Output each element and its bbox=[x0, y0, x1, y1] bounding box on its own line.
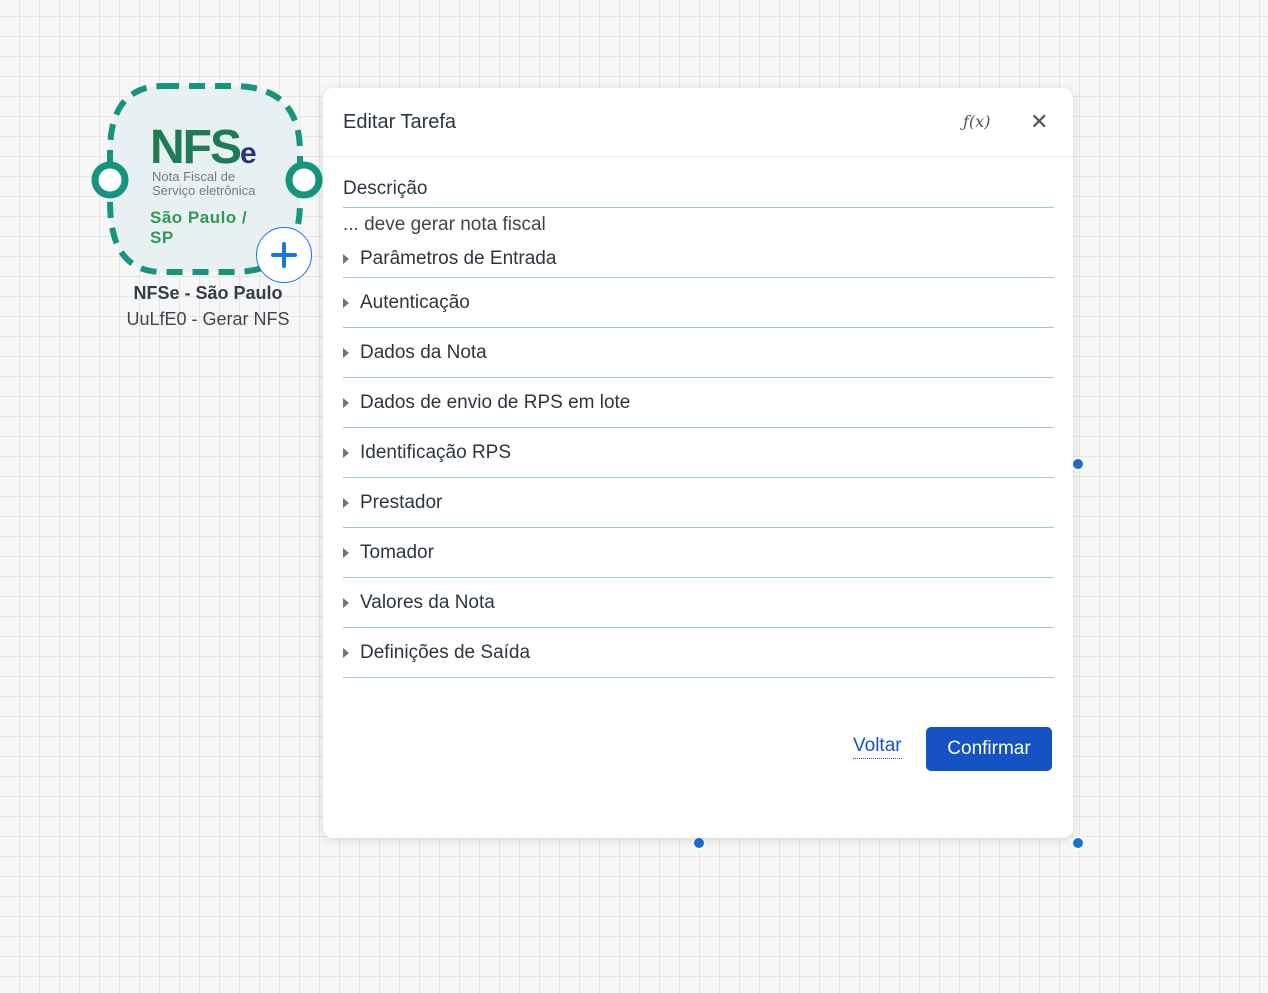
section-label: Autenticação bbox=[360, 291, 470, 313]
section-identificacao-rps[interactable]: Identificação RPS bbox=[343, 428, 1054, 478]
dialog-footer: Voltar Confirmar bbox=[323, 727, 1073, 771]
resize-handle-corner[interactable] bbox=[1071, 836, 1085, 850]
task-node[interactable]: NFSe Nota Fiscal de Serviço eletrônica S… bbox=[88, 80, 328, 340]
edit-task-dialog: Editar Tarefa ƒ(x) ✕ Descrição ... deve … bbox=[323, 88, 1073, 838]
caret-right-icon bbox=[343, 497, 349, 508]
confirm-button[interactable]: Confirmar bbox=[926, 727, 1052, 771]
dialog-header: Editar Tarefa ƒ(x) ✕ bbox=[323, 88, 1073, 157]
node-title: NFSe - São Paulo bbox=[133, 283, 283, 303]
section-prestador[interactable]: Prestador bbox=[343, 478, 1054, 528]
caret-right-icon bbox=[343, 253, 349, 264]
section-label: Valores da Nota bbox=[360, 591, 495, 613]
close-icon[interactable]: ✕ bbox=[1030, 110, 1048, 134]
plus-icon bbox=[271, 242, 297, 268]
section-parametros-de-entrada[interactable]: Parâmetros de Entrada bbox=[343, 240, 1054, 278]
logo-city: São Paulo / SP bbox=[150, 208, 248, 247]
dialog-title: Editar Tarefa bbox=[343, 111, 457, 133]
section-label: Prestador bbox=[360, 491, 443, 513]
caret-right-icon bbox=[343, 447, 349, 458]
caret-right-icon bbox=[343, 597, 349, 608]
output-connector[interactable] bbox=[282, 158, 326, 202]
section-label: Identificação RPS bbox=[360, 441, 512, 463]
section-label: Definições de Saída bbox=[360, 641, 531, 663]
section-dados-da-nota[interactable]: Dados da Nota bbox=[343, 328, 1054, 378]
caret-right-icon bbox=[343, 347, 349, 358]
section-dados-envio-rps-lote[interactable]: Dados de envio de RPS em lote bbox=[343, 378, 1054, 428]
section-definicoes-de-saida[interactable]: Definições de Saída bbox=[343, 628, 1054, 678]
logo-wordmark: NFSe bbox=[150, 121, 257, 174]
node-subtitle: UuLfE0 - Gerar NFS bbox=[126, 309, 290, 329]
section-label: Dados de envio de RPS em lote bbox=[360, 391, 631, 413]
resize-handle-bottom[interactable] bbox=[692, 836, 706, 850]
description-label: Descrição bbox=[343, 178, 1054, 208]
logo-line-2: Serviço eletrônica bbox=[152, 183, 256, 198]
section-label: Dados da Nota bbox=[360, 341, 487, 363]
caret-right-icon bbox=[343, 397, 349, 408]
caret-right-icon bbox=[343, 547, 349, 558]
section-valores-da-nota[interactable]: Valores da Nota bbox=[343, 578, 1054, 628]
nfse-logo: NFSe Nota Fiscal de Serviço eletrônica S… bbox=[150, 121, 275, 248]
section-label: Parâmetros de Entrada bbox=[360, 247, 557, 269]
add-step-button[interactable] bbox=[256, 227, 312, 283]
input-connector[interactable] bbox=[88, 158, 132, 202]
section-autenticacao[interactable]: Autenticação bbox=[343, 278, 1054, 328]
caret-right-icon bbox=[343, 297, 349, 308]
section-label: Tomador bbox=[360, 541, 434, 563]
description-value[interactable]: ... deve gerar nota fiscal bbox=[343, 214, 1054, 240]
function-expression-button[interactable]: ƒ(x) bbox=[963, 112, 990, 131]
section-tomador[interactable]: Tomador bbox=[343, 528, 1054, 578]
resize-handle-right[interactable] bbox=[1071, 457, 1085, 471]
back-link[interactable]: Voltar bbox=[853, 735, 902, 759]
dialog-content: Descrição ... deve gerar nota fiscal Par… bbox=[343, 156, 1054, 678]
caret-right-icon bbox=[343, 647, 349, 658]
